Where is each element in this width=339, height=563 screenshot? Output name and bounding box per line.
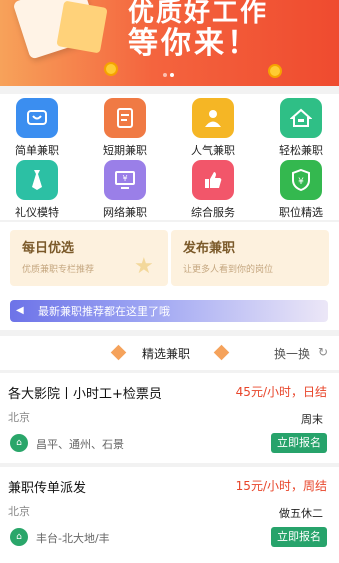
category-label: 网络兼职 xyxy=(103,206,147,219)
category-online[interactable]: ¥ 网络兼职 xyxy=(90,160,160,220)
promo-section: 每日优选 优质兼职专栏推荐 ★ 发布兼职 让更多人看到你的岗位 ◀ 最新兼职推荐… xyxy=(0,222,339,330)
banner-illustration-2 xyxy=(56,0,108,54)
promo-banner[interactable]: 优质好工作 等你来！ xyxy=(0,0,339,86)
coin-icon xyxy=(268,64,282,78)
job-title: 兼职传单派发 xyxy=(8,481,87,496)
diamond-icon xyxy=(213,344,230,361)
shield-yen-icon: ¥ xyxy=(280,160,322,200)
apply-button[interactable]: 立即报名 xyxy=(271,527,327,547)
category-featured[interactable]: ¥ 职位精选 xyxy=(266,160,336,220)
computer-icon: ¥ xyxy=(104,160,146,200)
carousel-dot[interactable] xyxy=(163,73,167,77)
job-area: 昌平、通州、石景 xyxy=(36,438,124,451)
tie-icon xyxy=(16,160,58,200)
notice-bar[interactable]: ◀ 最新兼职推荐都在这里了哦 xyxy=(10,300,328,322)
location-icon: ⌂ xyxy=(10,434,28,452)
svg-text:¥: ¥ xyxy=(298,177,304,187)
category-label: 短期兼职 xyxy=(103,144,147,157)
diamond-icon xyxy=(110,344,127,361)
svg-text:¥: ¥ xyxy=(122,174,127,183)
category-grid: 简单兼职 短期兼职 人气兼职 轻松兼职 礼仪模特 ¥ 网络兼职 综合服务 ¥ 职… xyxy=(0,94,339,220)
refresh-icon[interactable]: ↻ xyxy=(318,345,328,359)
coin-icon xyxy=(104,62,118,76)
person-icon xyxy=(192,98,234,138)
publish-job-subtitle: 让更多人看到你的岗位 xyxy=(183,265,274,275)
job-pay: 45元/小时，日结 xyxy=(235,385,327,399)
featured-section-header: 精选兼职 换一换 ↻ xyxy=(0,336,339,370)
carousel-dot-active[interactable] xyxy=(170,73,174,77)
daily-pick-card[interactable]: 每日优选 优质兼职专栏推荐 ★ xyxy=(10,230,168,286)
job-pay: 15元/小时，周结 xyxy=(235,479,327,493)
banner-subheadline: 等你来！ xyxy=(128,26,260,61)
section-title: 精选兼职 xyxy=(142,347,191,361)
job-title: 各大影院丨小时工+检票员 xyxy=(8,387,162,402)
category-label: 礼仪模特 xyxy=(15,206,59,219)
speaker-icon: ◀ xyxy=(16,305,24,316)
publish-job-card[interactable]: 发布兼职 让更多人看到你的岗位 xyxy=(171,230,329,286)
job-schedule: 做五休二 xyxy=(279,507,323,520)
document-icon xyxy=(104,98,146,138)
publish-job-title: 发布兼职 xyxy=(183,241,236,256)
category-label: 人气兼职 xyxy=(191,144,235,157)
job-card[interactable]: 兼职传单派发 15元/小时，周结 北京 做五休二 ⌂ 丰台-北大地/丰 立即报名 xyxy=(0,467,339,563)
category-etiquette[interactable]: 礼仪模特 xyxy=(2,160,72,220)
carousel-indicator[interactable] xyxy=(163,73,174,77)
cart-icon xyxy=(16,98,58,138)
notice-text: 最新兼职推荐都在这里了哦 xyxy=(38,305,170,318)
category-label: 轻松兼职 xyxy=(279,144,323,157)
job-city: 北京 xyxy=(8,505,30,518)
app-screen: 优质好工作 等你来！ 简单兼职 短期兼职 人气兼职 轻松兼职 礼仪模特 ¥ 网络… xyxy=(0,0,339,563)
category-simple[interactable]: 简单兼职 xyxy=(2,98,72,158)
house-icon xyxy=(280,98,322,138)
apply-button[interactable]: 立即报名 xyxy=(271,433,327,453)
star-icon: ★ xyxy=(134,254,154,279)
thumbs-up-icon xyxy=(192,160,234,200)
category-label: 简单兼职 xyxy=(15,144,59,157)
category-service[interactable]: 综合服务 xyxy=(178,160,248,220)
job-schedule: 周末 xyxy=(301,413,323,426)
refresh-button[interactable]: 换一换 xyxy=(274,345,310,362)
category-shortterm[interactable]: 短期兼职 xyxy=(90,98,160,158)
category-label: 职位精选 xyxy=(279,206,323,219)
category-label: 综合服务 xyxy=(191,206,235,219)
category-popular[interactable]: 人气兼职 xyxy=(178,98,248,158)
job-city: 北京 xyxy=(8,411,30,424)
category-easy[interactable]: 轻松兼职 xyxy=(266,98,336,158)
job-card[interactable]: 各大影院丨小时工+检票员 45元/小时，日结 北京 周末 ⌂ 昌平、通州、石景 … xyxy=(0,373,339,463)
location-icon: ⌂ xyxy=(10,528,28,546)
job-area: 丰台-北大地/丰 xyxy=(36,532,110,545)
